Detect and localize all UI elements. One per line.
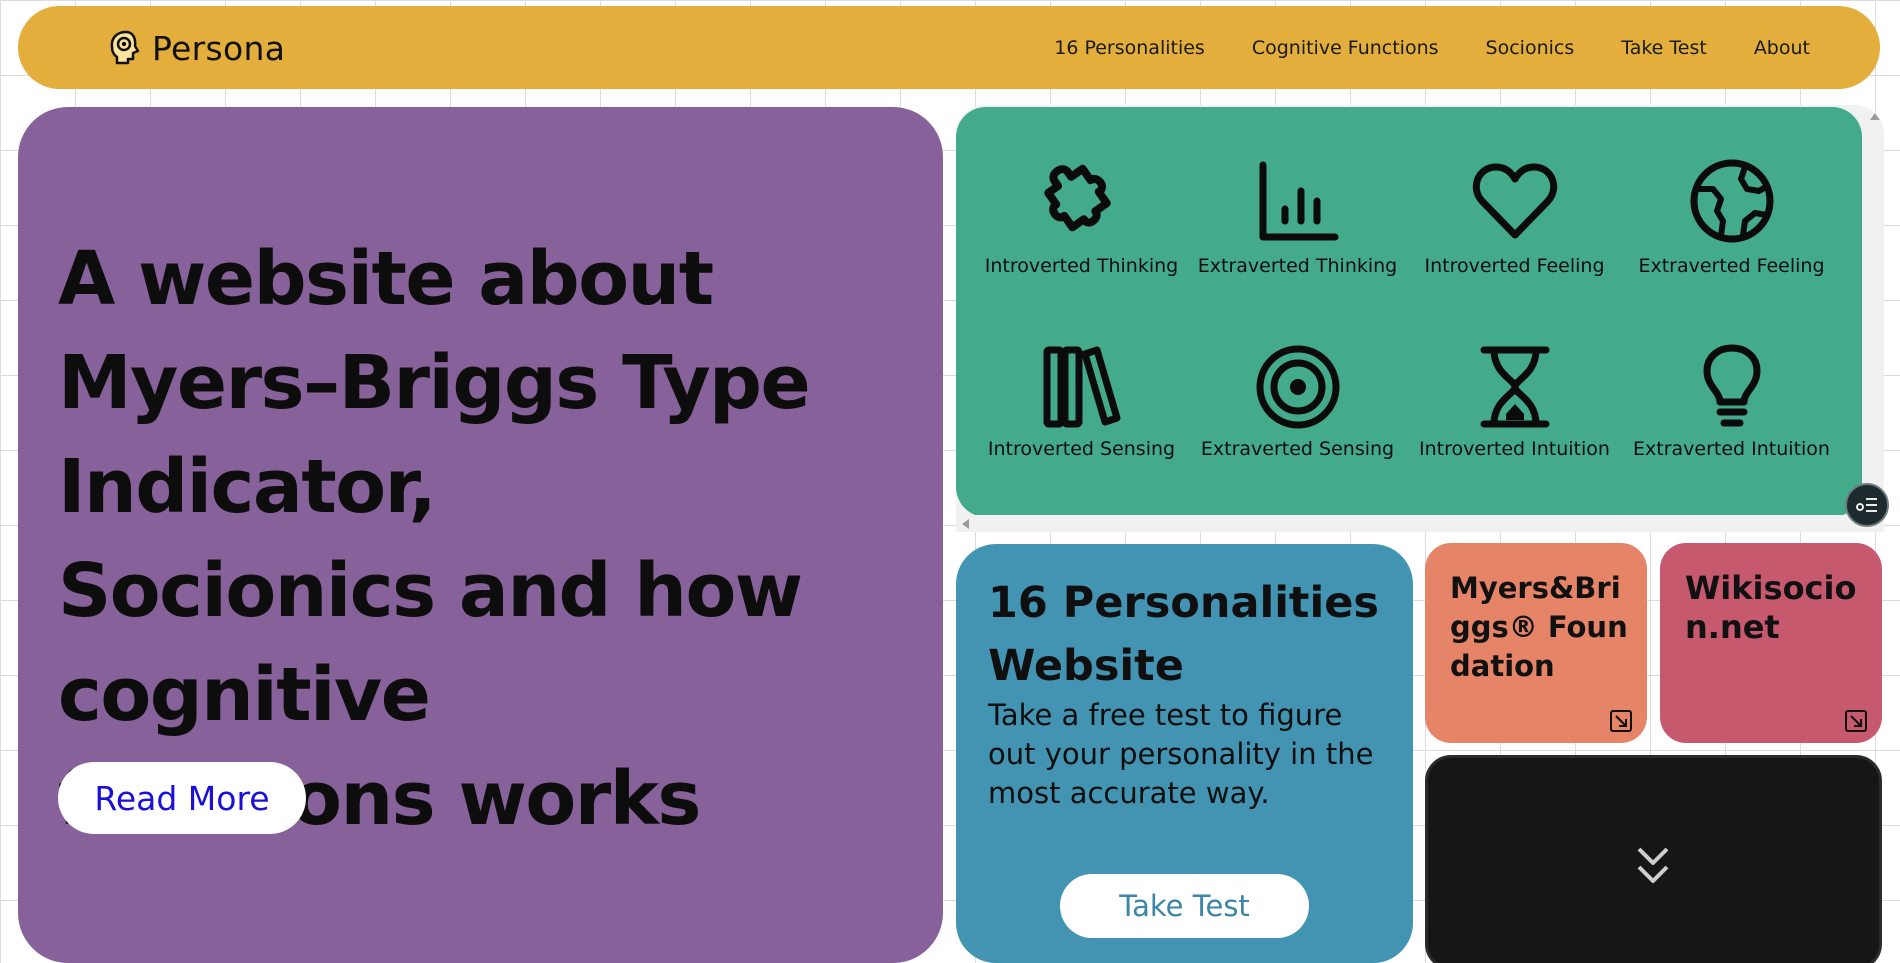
- functions-panel: Introverted Thinking Extraverted Thinkin…: [956, 107, 1862, 517]
- puzzle-icon: [1043, 164, 1111, 232]
- floating-menu-button[interactable]: [1845, 483, 1889, 527]
- double-chevron-down-icon: [1637, 847, 1669, 883]
- external-link-icon: [1610, 710, 1632, 732]
- nav-link-about[interactable]: About: [1754, 37, 1810, 59]
- function-introverted-thinking[interactable]: Introverted Thinking: [973, 155, 1190, 277]
- books-icon: [1043, 346, 1120, 428]
- read-more-button[interactable]: Read More: [58, 762, 306, 834]
- card-title: 16 Personalities Website: [988, 578, 1379, 691]
- bar-chart-icon: [1259, 161, 1338, 241]
- function-introverted-feeling[interactable]: Introverted Feeling: [1406, 155, 1623, 277]
- function-label: Extraverted Feeling: [1638, 255, 1825, 277]
- hero-card: A website about Myers–Briggs Type Indica…: [18, 107, 943, 963]
- function-label: Extraverted Intuition: [1633, 438, 1830, 460]
- hero-title: A website about Myers–Briggs Type Indica…: [58, 236, 811, 842]
- list-settings-icon: [1856, 498, 1877, 512]
- external-link-icon: [1845, 710, 1867, 732]
- target-icon: [1256, 345, 1339, 429]
- nav-link-cognitive-functions[interactable]: Cognitive Functions: [1252, 37, 1439, 59]
- globe-icon: [1690, 159, 1773, 243]
- sixteen-personalities-card: 16 Personalities Website Take a free tes…: [956, 544, 1413, 963]
- top-navbar: Persona 16 Personalities Cognitive Funct…: [18, 6, 1880, 89]
- brand-name: Persona: [152, 28, 286, 68]
- function-extraverted-thinking[interactable]: Extraverted Thinking: [1189, 155, 1406, 277]
- hourglass-icon: [1480, 346, 1549, 428]
- function-introverted-sensing[interactable]: Introverted Sensing: [973, 344, 1190, 460]
- myers-briggs-foundation-card[interactable]: Myers&Briggs® Foundation: [1425, 543, 1647, 743]
- wikisocion-card[interactable]: Wikisocion.net: [1660, 543, 1882, 743]
- function-introverted-intuition[interactable]: Introverted Intuition: [1406, 344, 1623, 460]
- function-label: Introverted Feeling: [1424, 255, 1605, 277]
- function-label: Extraverted Sensing: [1200, 438, 1395, 460]
- scroll-down-card[interactable]: [1425, 755, 1882, 963]
- persona-logo-icon: [110, 30, 140, 65]
- function-label: Introverted Intuition: [1419, 438, 1610, 460]
- function-label: Introverted Thinking: [984, 255, 1179, 277]
- take-test-button[interactable]: Take Test: [1060, 874, 1309, 938]
- function-extraverted-feeling[interactable]: Extraverted Feeling: [1623, 155, 1840, 277]
- nav-links: 16 Personalities Cognitive Functions Soc…: [1054, 6, 1810, 89]
- heart-icon: [1472, 163, 1557, 239]
- card-title: Myers&Briggs® Foundation: [1450, 571, 1628, 683]
- scroll-left-arrow-icon[interactable]: [962, 519, 969, 529]
- nav-link-socionics[interactable]: Socionics: [1486, 37, 1575, 59]
- lightbulb-icon: [1703, 344, 1760, 427]
- brand-logo[interactable]: Persona: [106, 28, 285, 68]
- horizontal-scrollbar[interactable]: [956, 515, 1862, 532]
- function-extraverted-sensing[interactable]: Extraverted Sensing: [1189, 344, 1406, 460]
- scroll-up-arrow-icon[interactable]: [1870, 113, 1880, 120]
- nav-link-take-test[interactable]: Take Test: [1621, 37, 1707, 59]
- nav-link-16-personalities[interactable]: 16 Personalities: [1054, 37, 1205, 59]
- card-description: Take a free test to figure out your pers…: [988, 698, 1374, 810]
- function-label: Extraverted Thinking: [1197, 255, 1398, 277]
- functions-scroll-container[interactable]: Introverted Thinking Extraverted Thinkin…: [956, 105, 1884, 532]
- function-extraverted-intuition[interactable]: Extraverted Intuition: [1623, 344, 1840, 460]
- card-title: Wikisocion.net: [1685, 569, 1857, 646]
- function-label: Introverted Sensing: [987, 438, 1176, 460]
- vertical-scrollbar[interactable]: [1862, 105, 1884, 532]
